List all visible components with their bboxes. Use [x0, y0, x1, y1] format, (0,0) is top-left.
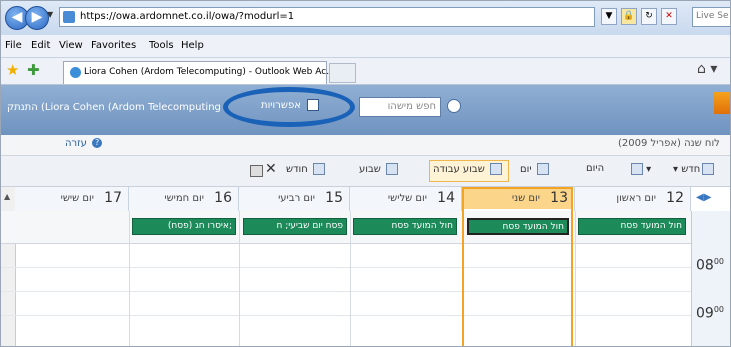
menu-bar: File Edit View Favorites Tools Help [1, 35, 730, 58]
address-dropdown-icon[interactable]: ▼ [601, 8, 617, 25]
help-link[interactable]: עזרה ? [65, 138, 103, 149]
day-number: 12 [666, 190, 684, 206]
print-icon[interactable] [250, 165, 263, 177]
event-chip[interactable]: איסרו חג (פסח); [132, 218, 236, 235]
today-button[interactable]: היום [586, 163, 604, 174]
time-slot-line [1, 315, 691, 316]
work-week-icon [489, 163, 502, 175]
menu-edit[interactable]: Edit [31, 40, 50, 51]
day-name: יום שישי [60, 193, 94, 204]
event-chip[interactable]: חול המועד פסח [353, 218, 457, 235]
day-number: 16 [214, 190, 232, 206]
day-header-sunday[interactable]: 12 יום ראשון [575, 187, 691, 211]
time-column: 0800 0900 [691, 211, 730, 346]
day-name: יום רביעי [278, 193, 315, 204]
address-field[interactable]: https://owa.ardomnet.co.il/owa/?modurl=1 [59, 7, 595, 27]
time-label-09: 0900 [696, 305, 725, 322]
day-number: 14 [437, 190, 455, 206]
browser-window: ◀ ▶ ▼ https://owa.ardomnet.co.il/owa/?mo… [0, 0, 731, 347]
delete-icon[interactable]: ✕ [265, 161, 277, 177]
day-view-button[interactable]: יום [520, 163, 549, 175]
calendar-toolbar: ✕ חודש שבוע שבוע עבודה יום היום ▾ ▾ חדש [1, 156, 730, 187]
day-number: 15 [325, 190, 343, 206]
help-icon: ? [92, 138, 103, 148]
ie-page-icon [70, 67, 81, 78]
day-number: 17 [104, 190, 122, 206]
refresh-icon[interactable]: ↻ [641, 8, 657, 25]
day-divider [575, 211, 576, 346]
week-label: שבוע [359, 164, 381, 175]
favorites-star-icon[interactable]: ★ [6, 61, 19, 79]
owa-header: התנתק (Liora Cohen (Ardom Telecomputing … [1, 85, 730, 135]
day-name: יום שלישי [387, 193, 427, 204]
time-label-08: 0800 [696, 257, 725, 274]
menu-help[interactable]: Help [181, 40, 204, 51]
new-icon [702, 163, 715, 175]
history-dropdown-icon[interactable]: ▼ [47, 10, 53, 19]
view-list-icon[interactable]: ▾ [629, 163, 651, 175]
search-people-input[interactable]: חפש מישהו [359, 97, 441, 117]
day-divider [239, 211, 240, 346]
menu-favorites[interactable]: Favorites [91, 40, 136, 51]
highlight-ellipse [223, 87, 355, 127]
week-icon [386, 163, 399, 175]
event-chip[interactable]: חול המועד פסח [578, 218, 686, 235]
menu-tools[interactable]: Tools [149, 40, 174, 51]
url-text: https://owa.ardomnet.co.il/owa/?modurl=1 [80, 11, 295, 22]
today-column-highlight [462, 187, 573, 346]
day-header-tuesday[interactable]: 14 יום שלישי [350, 187, 462, 211]
new-label: חדש [681, 164, 701, 175]
address-book-icon[interactable] [447, 99, 461, 113]
work-week-view-button[interactable]: שבוע עבודה [433, 163, 502, 175]
time-slot-line [1, 267, 691, 268]
page-icon [63, 11, 75, 23]
event-chip[interactable]: פסח יום שביעי; ח [243, 218, 347, 235]
address-bar-row: ◀ ▶ ▼ https://owa.ardomnet.co.il/owa/?mo… [1, 1, 730, 35]
month-icon [313, 163, 325, 175]
new-button[interactable]: ▾ חדש [673, 163, 715, 175]
day-divider [129, 211, 130, 346]
forward-button[interactable]: ▶ [25, 6, 49, 30]
home-icon[interactable]: ⌂ ▾ [697, 61, 717, 77]
owa-logo [714, 92, 730, 114]
time-slot-line [1, 291, 691, 292]
work-week-label: שבוע עבודה [433, 164, 485, 175]
month-view-button[interactable]: חודש [286, 163, 325, 175]
calendar-title-bar: עזרה ? לוח שנה (אפריל 2009) [1, 135, 730, 156]
day-divider [350, 211, 351, 346]
prev-next-week-icon[interactable]: ◀▶ [696, 192, 711, 203]
stop-icon[interactable]: ✕ [661, 8, 677, 25]
new-tab-button[interactable] [329, 63, 356, 83]
day-header-wednesday[interactable]: 15 יום רביעי [239, 187, 350, 211]
lock-icon[interactable]: 🔒 [621, 8, 637, 25]
day-header-thursday[interactable]: 16 יום חמישי [129, 187, 239, 211]
day-header-friday[interactable]: 17 יום שישי [15, 187, 129, 211]
tab-outlook-web-access[interactable]: Liora Cohen (Ardom Telecomputing) - Outl… [63, 61, 335, 84]
day-name: יום ראשון [616, 193, 656, 204]
help-label: עזרה [65, 138, 87, 149]
day-name: יום חמישי [164, 193, 204, 204]
tab-bar: ★ ✚ Liora Cohen (Ardom Telecomputing) - … [1, 58, 730, 85]
logout-link[interactable]: התנתק [7, 102, 38, 113]
live-search-input[interactable]: Live Se [692, 7, 730, 27]
day-label: יום [520, 164, 532, 175]
add-favorites-icon[interactable]: ✚ [27, 61, 40, 79]
day-icon [536, 163, 549, 175]
month-label: חודש [286, 164, 308, 175]
tab-title: Liora Cohen (Ardom Telecomputing) - Outl… [84, 67, 335, 77]
scroll-up-arrow-icon[interactable]: ▲ [4, 192, 10, 201]
week-view-button[interactable]: שבוע [359, 163, 399, 175]
menu-file[interactable]: File [5, 40, 22, 51]
calendar-grid: ▲ 12 יום ראשון 13 יום שני 14 יום שלישי 1… [1, 187, 730, 346]
calendar-title: לוח שנה (אפריל 2009) [618, 138, 720, 149]
user-name: (Liora Cohen (Ardom Telecomputing [41, 102, 221, 113]
menu-view[interactable]: View [59, 40, 83, 51]
